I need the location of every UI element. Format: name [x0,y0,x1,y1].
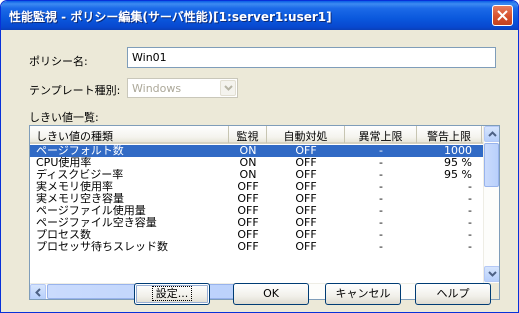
table-row[interactable]: プロセス数 OFF OFF - - [30,229,484,241]
col-header-monitor[interactable]: 監視 [229,126,267,143]
table-row[interactable]: ページフォルト数 ON OFF - 1000 [30,145,484,157]
chevron-down-icon [224,85,233,91]
arrow-up-icon [488,131,497,137]
help-button[interactable]: ヘルプ [415,283,491,305]
list-rows: ページフォルト数 ON OFF -1000 CPU使用率 ON OFF -95 % ディスクビジ… [30,145,484,282]
table-row[interactable]: ページファイル空き容量 OFF OFF - - [30,217,484,229]
cell-error-upper: - [379,193,383,205]
cell-auto-action: OFF [295,205,317,217]
help-button-label: ヘルプ [436,287,470,300]
template-value: Windows [132,82,182,95]
cell-monitor: ON [239,169,257,181]
policy-name-label: ポリシー名: [29,55,88,68]
threshold-list-label: しきい値一覧: [29,111,99,124]
cell-threshold-type: ページフォルト数 [36,145,124,157]
cell-warning-upper: - [468,181,472,193]
cell-error-upper: - [379,205,383,217]
cell-monitor: ON [239,145,257,157]
vertical-scrollbar[interactable] [483,126,499,283]
cell-warning-upper: - [468,205,472,217]
cell-error-upper: - [379,241,383,253]
cell-auto-action: OFF [295,193,317,205]
col-header-warn[interactable]: 警告上限 [417,126,482,143]
cell-error-upper: - [379,169,383,181]
cell-threshold-type: CPU使用率 [36,157,92,169]
cell-threshold-type: 実メモリ空き容量 [36,193,124,205]
dialog-client-area: ポリシー名: Win01 テンプレート種別: Windows しきい値一覧: し… [4,30,515,310]
cell-error-upper: - [379,229,383,241]
cancel-button[interactable]: キャンセル [325,283,401,305]
table-row[interactable]: 実メモリ空き容量 OFF OFF - - [30,193,484,205]
col-header-auto[interactable]: 自動対処 [267,126,345,143]
close-icon [497,10,508,21]
cell-warning-upper: - [468,193,472,205]
table-row[interactable]: ページファイル使用量 OFF OFF - - [30,205,484,217]
arrow-down-icon [488,271,497,277]
cell-warning-upper: 95 % [444,157,472,169]
policy-name-input[interactable]: Win01 [127,47,496,68]
cell-warning-upper: 95 % [444,169,472,181]
scroll-left-button[interactable] [30,284,46,299]
cell-warning-upper: - [468,229,472,241]
cell-threshold-type: プロセッサ待ちスレッド数 [36,241,168,253]
table-row[interactable]: CPU使用率 ON OFF - 95 % [30,157,484,169]
threshold-list[interactable]: しきい値の種類 監視 自動対処 異常上限 警告上限 ページフォルト数 ON OFF -… [29,125,500,300]
cell-monitor: OFF [237,241,259,253]
cell-threshold-type: プロセス数 [36,229,91,241]
cell-warning-upper: - [468,241,472,253]
window-title: 性能監視 - ポリシー編集(サーバ性能)[1:server1:user1] [9,10,332,24]
template-label: テンプレート種別: [29,84,121,97]
cell-threshold-type: 実メモリ使用率 [36,181,113,193]
table-row[interactable]: プロセッサ待ちスレッド数 OFF OFF - - [30,241,484,253]
cell-auto-action: OFF [295,181,317,193]
cell-monitor: OFF [237,193,259,205]
cell-auto-action: OFF [295,145,317,157]
settings-button[interactable]: 設定... [134,283,210,305]
close-button[interactable] [492,5,513,26]
cell-monitor: OFF [237,217,259,229]
ok-button[interactable]: OK [233,283,309,305]
template-dropdown-button[interactable] [220,80,236,96]
cell-error-upper: - [379,217,383,229]
settings-button-label: 設定... [151,286,193,301]
cell-error-upper: - [379,145,383,157]
dialog-window: 性能監視 - ポリシー編集(サーバ性能)[1:server1:user1] ポリ… [0,0,519,313]
cell-warning-upper: - [468,217,472,229]
cell-threshold-type: ページファイル空き容量 [36,217,157,229]
cell-monitor: OFF [237,205,259,217]
cell-warning-upper: 1000 [444,145,472,157]
list-header: しきい値の種類 監視 自動対処 異常上限 警告上限 [30,126,484,144]
template-select[interactable]: Windows [127,78,238,98]
scroll-down-button[interactable] [484,266,499,282]
cell-error-upper: - [379,181,383,193]
table-row[interactable]: 実メモリ使用率 OFF OFF - - [30,181,484,193]
cell-threshold-type: ページファイル使用量 [36,205,146,217]
cell-auto-action: OFF [295,169,317,181]
cell-auto-action: OFF [295,241,317,253]
vertical-scroll-thumb[interactable] [484,143,499,187]
title-bar[interactable]: 性能監視 - ポリシー編集(サーバ性能)[1:server1:user1] [1,1,518,30]
table-row[interactable]: ディスクビジー率 ON OFF - 95 % [30,169,484,181]
cell-error-upper: - [379,157,383,169]
cell-auto-action: OFF [295,217,317,229]
col-header-upper[interactable]: 異常上限 [345,126,417,143]
col-header-type[interactable]: しきい値の種類 [30,126,229,143]
cell-threshold-type: ディスクビジー率 [36,169,124,181]
policy-name-value: Win01 [132,51,167,64]
cell-monitor: ON [239,157,257,169]
cancel-button-label: キャンセル [335,287,391,300]
ok-button-label: OK [263,287,279,300]
scroll-up-button[interactable] [484,126,499,142]
cell-auto-action: OFF [295,157,317,169]
cell-monitor: OFF [237,229,259,241]
arrow-left-icon [35,288,41,297]
cell-auto-action: OFF [295,229,317,241]
cell-monitor: OFF [237,181,259,193]
